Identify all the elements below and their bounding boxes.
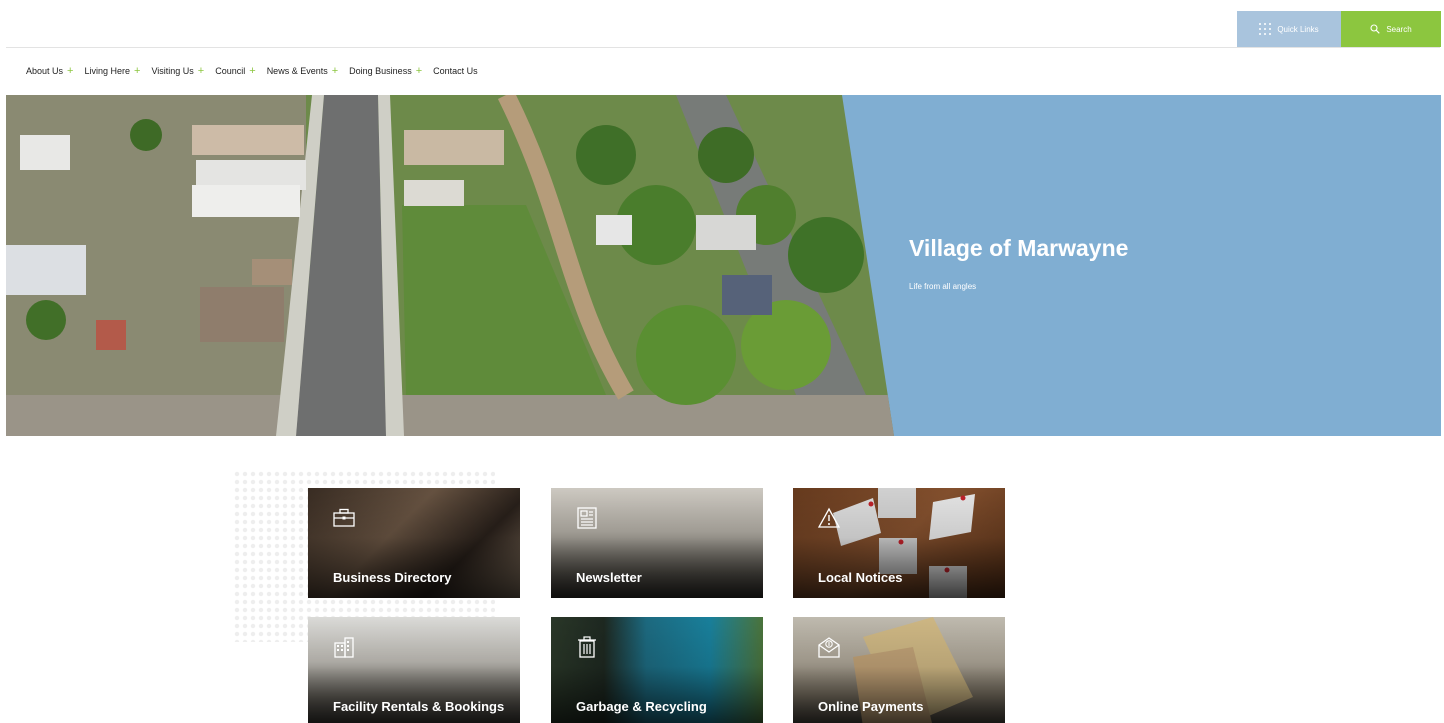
briefcase-icon [333,508,355,527]
nav-label: Visiting Us [151,66,194,76]
nav-label: Doing Business [349,66,412,76]
tile-label: Facility Rentals & Bookings [333,699,505,714]
aerial-village-photo [6,95,894,436]
nav-item-living-here[interactable]: Living Here + [84,64,141,77]
tile-business-directory[interactable]: Business Directory [308,488,520,598]
search-icon [1370,24,1381,34]
nav-label: Contact Us [433,66,478,76]
nav-label: Living Here [84,66,130,76]
tile-garbage-recycling[interactable]: Garbage & Recycling [551,617,763,723]
quick-links-button[interactable]: Quick Links [1237,11,1341,47]
tile-label: Local Notices [818,570,903,585]
tile-label: Newsletter [576,570,642,585]
nav-label: About Us [26,66,64,76]
nav-item-doing-business[interactable]: Doing Business + [349,64,423,77]
plus-icon: + [249,64,256,77]
hero-subtitle: Life from all angles [909,282,977,291]
tile-label: Garbage & Recycling [576,699,707,714]
plus-icon: + [415,64,423,77]
search-label: Search [1386,24,1412,34]
nav-label: News & Events [266,66,328,76]
tile-online-payments[interactable]: Online Payments [793,617,1005,723]
plus-icon: + [331,64,339,77]
nav-item-council[interactable]: Council + [215,64,256,77]
tile-newsletter[interactable]: Newsletter [551,488,763,598]
tile-local-notices[interactable]: Local Notices [793,488,1005,598]
tile-facility-rentals[interactable]: Facility Rentals & Bookings [308,617,520,723]
payment-envelope-icon [818,637,840,658]
plus-icon: + [67,64,74,77]
hero-banner: Village of Marwayne Life from all angles [6,95,1441,436]
building-icon [334,637,354,658]
plus-icon: + [134,64,141,77]
newspaper-icon [577,507,597,529]
trash-icon [578,636,596,658]
nav-item-contact-us[interactable]: Contact Us [433,66,478,76]
quick-links-label: Quick Links [1277,24,1319,34]
grid-dots-icon [1259,23,1272,35]
tile-label: Online Payments [818,699,924,714]
tile-label: Business Directory [333,570,452,585]
warning-icon [817,507,841,528]
hero-title: Village of Marwayne [909,235,1129,261]
nav-item-about-us[interactable]: About Us + [26,64,74,77]
nav-item-visiting-us[interactable]: Visiting Us + [151,64,205,77]
plus-icon: + [197,64,205,77]
nav-label: Council [215,66,246,76]
search-button[interactable]: Search [1341,11,1441,47]
nav-item-news-events[interactable]: News & Events + [266,64,339,77]
header-divider [6,47,1440,48]
main-navigation: About Us + Living Here + Visiting Us + C… [26,62,489,80]
utility-bar: Quick Links Search [0,0,1444,48]
